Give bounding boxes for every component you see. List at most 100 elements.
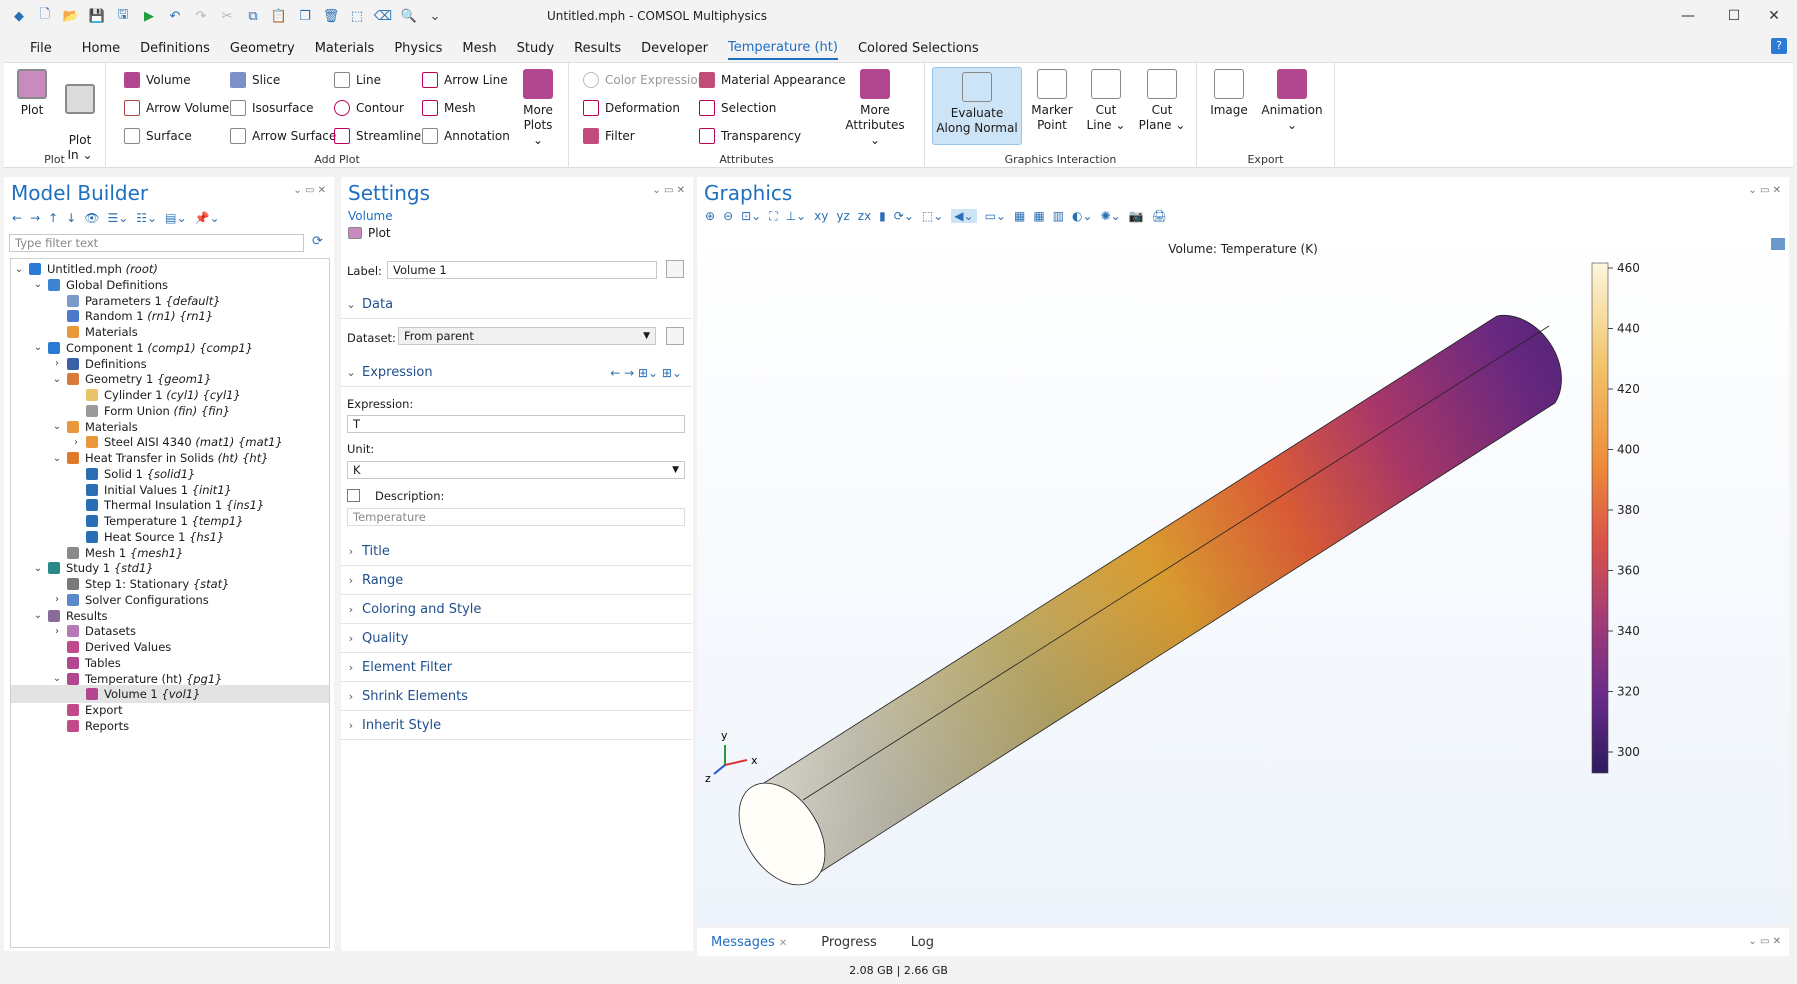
menu-definitions[interactable]: Definitions [140, 38, 210, 59]
customize-icon[interactable]: ⌄ [424, 5, 446, 27]
transparency-button[interactable]: Transparency [699, 128, 801, 144]
tree-collapse-icon[interactable]: ⌄ [51, 374, 63, 385]
duplicate-icon[interactable]: ❐ [294, 5, 316, 27]
rotate-icon[interactable]: ⟳⌄ [894, 209, 914, 223]
grid-icon[interactable]: ▦ [1033, 209, 1044, 223]
animation-button[interactable]: Animation ⌄ [1257, 69, 1327, 133]
section-shrink-elements[interactable]: › Shrink Elements [340, 683, 692, 711]
section-element-filter[interactable]: › Element Filter [340, 654, 692, 682]
selection-button[interactable]: Selection [699, 100, 776, 116]
zoom-in-icon[interactable]: ⊕ [705, 209, 715, 223]
section-coloring-and-style[interactable]: › Coloring and Style [340, 596, 692, 624]
isosurface-button[interactable]: Isosurface [230, 100, 313, 116]
tree-collapse-icon[interactable]: ⌄ [51, 453, 63, 464]
selection-mode-icon[interactable]: ⬚⌄ [922, 209, 943, 223]
description-input[interactable]: Temperature [347, 508, 685, 526]
plot-button[interactable]: Plot [12, 69, 52, 118]
filter-button[interactable]: Filter [583, 128, 635, 144]
open-icon[interactable]: 📂 [60, 5, 82, 27]
help-icon[interactable]: ? [1771, 38, 1787, 54]
plot-in-button[interactable]: Plot In ⌄ [58, 69, 102, 163]
settings-panel-controls-icon[interactable]: ⌄ ▭ ✕ [652, 185, 685, 196]
back-icon[interactable]: ← [12, 211, 22, 225]
forward-icon[interactable]: → [30, 211, 40, 225]
view-xy-icon[interactable]: xy [814, 209, 828, 223]
unit-select[interactable]: K ▼ [347, 461, 685, 479]
tree-expand-icon[interactable]: › [51, 358, 63, 369]
show-icon[interactable]: 👁 [84, 211, 99, 225]
menu-study[interactable]: Study [517, 38, 555, 59]
tree-node[interactable]: Reports [11, 717, 329, 735]
material-appearance-button[interactable]: Material Appearance [699, 72, 846, 88]
menu-physics[interactable]: Physics [394, 38, 442, 59]
camera-icon[interactable]: 📷 [1129, 209, 1144, 223]
more-attributes-button[interactable]: More Attributes ⌄ [841, 69, 909, 148]
copy-icon[interactable]: ⧉ [242, 5, 264, 27]
menu-results[interactable]: Results [574, 38, 621, 59]
graphics-canvas[interactable]: Volume: Temperature (K) 460 440 420 400 … [697, 228, 1789, 925]
section-inherit-style[interactable]: › Inherit Style [340, 712, 692, 740]
label-edit-icon[interactable] [666, 260, 684, 278]
tree-collapse-icon[interactable]: ⌄ [51, 673, 63, 684]
tree-expand-icon[interactable]: › [51, 626, 63, 637]
undo-icon[interactable]: ↶ [164, 5, 186, 27]
move-down-icon[interactable]: ↓ [66, 211, 76, 225]
line-button[interactable]: Line [334, 72, 381, 88]
graphics-panel-controls-icon[interactable]: ⌄ ▭ ✕ [1748, 185, 1781, 196]
go-to-source-icon[interactable] [666, 327, 684, 345]
collapse-icon[interactable]: ☰⌄ [107, 211, 128, 225]
streamline-button[interactable]: Streamline [334, 128, 421, 144]
image-button[interactable]: Image [1207, 69, 1251, 118]
section-title[interactable]: › Title [340, 538, 692, 566]
expand-icon[interactable]: ☷⌄ [136, 211, 157, 225]
view-yz-icon[interactable]: yz [836, 209, 849, 223]
panel-controls-icon[interactable]: ⌄ ▭ ✕ [293, 185, 326, 196]
view-options-icon[interactable]: ▤⌄ [165, 211, 186, 225]
slice-button[interactable]: Slice [230, 72, 280, 88]
arrow-surface-button[interactable]: Arrow Surface [230, 128, 336, 144]
menu-colored-selections[interactable]: Colored Selections [858, 38, 979, 59]
zoom-extents-icon[interactable]: ⛶ [769, 209, 777, 224]
refresh-icon[interactable]: ⟳ [312, 234, 323, 249]
arrow-line-button[interactable]: Arrow Line [422, 72, 508, 88]
paste-icon[interactable]: 📋 [268, 5, 290, 27]
tab-progress[interactable]: Progress [821, 935, 876, 950]
more-plots-button[interactable]: More Plots ⌄ [514, 69, 562, 148]
section-quality[interactable]: › Quality [340, 625, 692, 653]
find-icon[interactable]: 🔍 [398, 5, 420, 27]
label-input[interactable]: Volume 1 [387, 261, 657, 279]
zoom-out-icon[interactable]: ⊖ [723, 209, 733, 223]
description-checkbox[interactable] [347, 489, 360, 502]
pin-icon[interactable]: 📌⌄ [195, 211, 220, 225]
clear-icon[interactable]: ⌫ [372, 5, 394, 27]
tree-collapse-icon[interactable]: ⌄ [13, 264, 25, 275]
contour-button[interactable]: Contour [334, 100, 404, 116]
colorbar-toggle-icon[interactable]: ▥ [1053, 209, 1064, 223]
volume-button[interactable]: Volume [124, 72, 191, 88]
color-expression-button[interactable]: Color Expression [583, 72, 705, 88]
cut-plane-button[interactable]: Cut Plane ⌄ [1136, 69, 1188, 133]
redo-icon[interactable]: ↷ [190, 5, 212, 27]
menu-mesh[interactable]: Mesh [462, 38, 496, 59]
deformation-button[interactable]: Deformation [583, 100, 680, 116]
tree-collapse-icon[interactable]: ⌄ [32, 279, 44, 290]
close-tab-icon[interactable]: ✕ [779, 938, 787, 949]
surface-button[interactable]: Surface [124, 128, 192, 144]
render-icon[interactable]: ▭⌄ [985, 209, 1006, 223]
arrow-volume-button[interactable]: Arrow Volume [124, 100, 229, 116]
bottom-panel-controls-icon[interactable]: ⌄ ▭ ✕ [1748, 936, 1781, 947]
transparency-view-icon[interactable]: ◐⌄ [1072, 209, 1093, 223]
menu-home[interactable]: Home [82, 38, 120, 59]
dataset-select[interactable]: From parent ▼ [398, 327, 656, 345]
section-data[interactable]: ⌄ Data [340, 291, 692, 319]
delete-icon[interactable]: 🗑 [320, 5, 342, 27]
app-icon[interactable]: ◆ [8, 5, 30, 27]
expression-input[interactable]: T [347, 415, 685, 433]
section-range[interactable]: › Range [340, 567, 692, 595]
mesh-plot-button[interactable]: Mesh [422, 100, 476, 116]
scene-light-icon[interactable]: ✺⌄ [1101, 209, 1121, 223]
section-expression[interactable]: ⌄ Expression ← → ⊞⌄ ⊞⌄ [340, 359, 692, 387]
tree-collapse-icon[interactable]: ⌄ [32, 563, 44, 574]
move-up-icon[interactable]: ↑ [48, 211, 58, 225]
tree-expand-icon[interactable]: › [70, 437, 82, 448]
